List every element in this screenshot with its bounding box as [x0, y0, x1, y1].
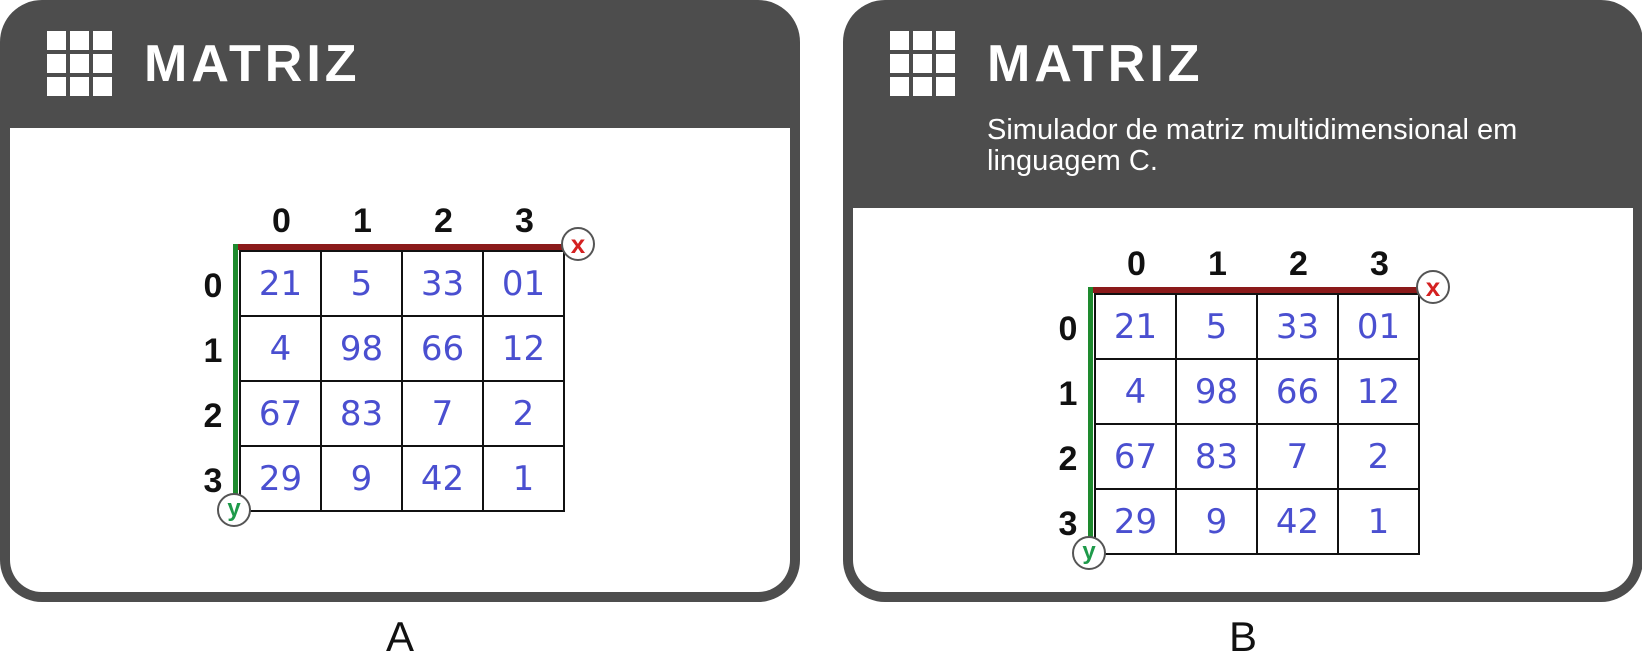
matrix-cell: 21	[239, 250, 322, 317]
matrix-cell: 21	[1094, 293, 1177, 360]
matrix-cell: 7	[1256, 423, 1339, 490]
card-title: MATRIZ	[144, 35, 361, 93]
table-row: 21 5 33 01	[239, 250, 565, 317]
matrix-card-a: MATRIZ 0 1 2 3 0 1 2 3 21 5 33 01 4 98 6…	[0, 0, 800, 602]
matrix-cell: 66	[1256, 358, 1339, 425]
card-body: 0 1 2 3 0 1 2 3 21 5 33 01 4 98 66 12 67…	[853, 208, 1633, 592]
matrix-cell: 98	[320, 315, 403, 382]
card-subtitle: Simulador de matriz multidimensional em …	[987, 114, 1518, 177]
table-row: 21 5 33 01	[1094, 293, 1420, 360]
matrix-cell: 12	[482, 315, 565, 382]
matrix-cell: 01	[1337, 293, 1420, 360]
matrix-table: 21 5 33 01 4 98 66 12 67 83 7 2 29 9 42 …	[1094, 293, 1420, 555]
table-row: 29 9 42 1	[239, 445, 565, 512]
matrix-cell: 29	[239, 445, 322, 512]
matrix-cell: 66	[401, 315, 484, 382]
row-label: 0	[203, 267, 223, 305]
matrix-cell: 33	[401, 250, 484, 317]
panel-caption: A	[385, 613, 414, 660]
column-label: 0	[1127, 245, 1146, 283]
column-label: 1	[1208, 245, 1227, 283]
matrix-cell: 4	[1094, 358, 1177, 425]
column-label: 3	[1370, 245, 1389, 283]
panel-caption: B	[1228, 613, 1257, 660]
row-labels: 0 1 2 3	[1048, 297, 1088, 557]
matrix-cell: 5	[320, 250, 403, 317]
matrix-cell: 98	[1175, 358, 1258, 425]
column-label: 0	[272, 202, 291, 240]
row-labels: 0 1 2 3	[193, 254, 233, 514]
matrix-cell: 83	[320, 380, 403, 447]
column-label: 1	[353, 202, 372, 240]
column-label: 2	[434, 202, 453, 240]
table-row: 4 98 66 12	[239, 315, 565, 382]
matrix-cell: 67	[1094, 423, 1177, 490]
x-axis-marker-icon: x	[561, 227, 595, 261]
matrix-cell: 83	[1175, 423, 1258, 490]
matrix-cell: 29	[1094, 488, 1177, 555]
row-label: 2	[203, 397, 223, 435]
x-axis-marker-icon: x	[1416, 270, 1450, 304]
grid-icon	[47, 31, 113, 97]
column-labels: 0 1 2 3	[1096, 244, 1420, 284]
table-row: 4 98 66 12	[1094, 358, 1420, 425]
matrix-cell: 42	[1256, 488, 1339, 555]
table-row: 29 9 42 1	[1094, 488, 1420, 555]
matrix-cell: 2	[482, 380, 565, 447]
card-title: MATRIZ	[987, 35, 1204, 93]
row-label: 1	[1058, 375, 1078, 413]
matrix-cell: 5	[1175, 293, 1258, 360]
card-body: 0 1 2 3 0 1 2 3 21 5 33 01 4 98 66 12 67…	[10, 128, 790, 592]
matrix-cell: 1	[482, 445, 565, 512]
matrix-cell: 12	[1337, 358, 1420, 425]
matrix-cell: 01	[482, 250, 565, 317]
column-label: 2	[1289, 245, 1308, 283]
matrix-cell: 9	[320, 445, 403, 512]
y-axis-marker-icon: y	[217, 493, 251, 527]
row-label: 0	[1058, 310, 1078, 348]
matrix-cell: 2	[1337, 423, 1420, 490]
row-label: 2	[1058, 440, 1078, 478]
table-row: 67 83 7 2	[239, 380, 565, 447]
matrix-cell: 1	[1337, 488, 1420, 555]
matrix-table: 21 5 33 01 4 98 66 12 67 83 7 2 29 9 42 …	[239, 250, 565, 512]
y-axis-line	[1088, 287, 1093, 549]
table-row: 67 83 7 2	[1094, 423, 1420, 490]
matrix-cell: 33	[1256, 293, 1339, 360]
grid-icon	[890, 31, 956, 97]
matrix-cell: 42	[401, 445, 484, 512]
column-label: 3	[515, 202, 534, 240]
column-labels: 0 1 2 3	[241, 201, 565, 241]
matrix-card-b: MATRIZ Simulador de matriz multidimensio…	[843, 0, 1642, 602]
row-label: 1	[203, 332, 223, 370]
matrix-cell: 7	[401, 380, 484, 447]
matrix-diagram: 0 1 2 3 0 1 2 3 21 5 33 01 4 98 66 12 67…	[193, 201, 595, 527]
matrix-diagram: 0 1 2 3 0 1 2 3 21 5 33 01 4 98 66 12 67…	[1048, 244, 1450, 570]
y-axis-line	[233, 244, 238, 506]
y-axis-marker-icon: y	[1072, 536, 1106, 570]
matrix-cell: 67	[239, 380, 322, 447]
matrix-cell: 9	[1175, 488, 1258, 555]
matrix-cell: 4	[239, 315, 322, 382]
